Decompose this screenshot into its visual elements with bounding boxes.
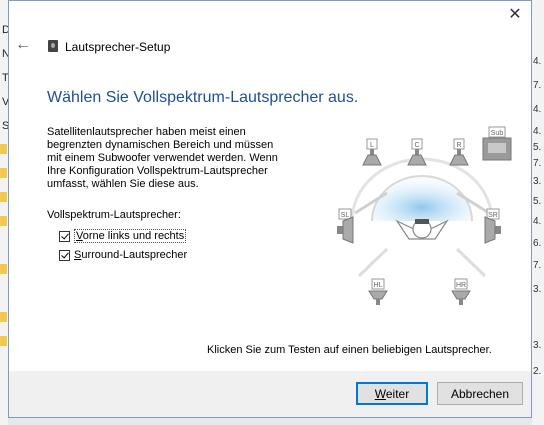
speaker-label: HR (456, 282, 466, 289)
test-hint-text: Klicken Sie zum Testen auf einen beliebi… (207, 344, 492, 356)
speaker-front-left[interactable]: L (362, 138, 382, 166)
checkbox-surround[interactable]: Surround-Lautsprecher (59, 249, 187, 261)
background-value: 3. (533, 340, 542, 351)
speaker-app-icon (48, 40, 58, 52)
background-app-right-edge: 4. 7. 4. 4. 5. 7. 3. 5. 4. 6. 7. 3. 3. 2… (504, 0, 544, 425)
next-button[interactable]: Weiter (356, 382, 428, 405)
window-title: Lautsprecher-Setup (65, 40, 171, 54)
background-value: 7. (533, 80, 542, 91)
speaker-surround-right[interactable]: SR (484, 208, 501, 244)
background-value: 2. (533, 366, 542, 377)
speaker-subwoofer[interactable]: Sub (482, 126, 512, 161)
background-value: 7. (533, 260, 542, 271)
background-value: 5. (533, 196, 542, 207)
background-value: 5. (533, 142, 542, 153)
folder-icon (0, 192, 7, 202)
background-value: 3. (533, 284, 542, 295)
checkbox-checked-icon[interactable] (59, 249, 70, 261)
speaker-label: L (370, 142, 374, 149)
folder-icon (0, 168, 7, 178)
back-arrow-button[interactable]: ← (15, 36, 33, 54)
cancel-button[interactable]: Abbrechen (437, 382, 523, 405)
folder-icon (0, 264, 7, 274)
checkbox-checked-icon[interactable] (59, 230, 70, 242)
listener-icon (395, 219, 449, 240)
background-value: 6. (533, 238, 542, 249)
speaker-layout-diagram: L C R Sub SL SR HL HR (337, 126, 512, 305)
speaker-setup-dialog: ✕ ← Lautsprecher-Setup Wählen Sie Vollsp… (8, 0, 532, 418)
background-value: 4. (533, 126, 542, 137)
background-value: 4. (533, 104, 542, 115)
speaker-front-right[interactable]: R (449, 138, 469, 166)
speaker-center[interactable]: C (407, 138, 427, 166)
page-heading: Wählen Sie Vollspektrum-Lautsprecher aus… (47, 89, 359, 106)
checkbox-front-left-right[interactable]: Vorne links und rechts (59, 229, 187, 243)
dialog-footer: Weiter Abbrechen (9, 371, 531, 417)
speaker-label: C (414, 142, 419, 149)
description-text: Satellitenlautsprecher haben meist einen… (47, 126, 278, 190)
folder-icon (0, 216, 7, 226)
folder-icon (0, 144, 7, 154)
close-button[interactable]: ✕ (505, 5, 525, 25)
folder-icon (0, 312, 7, 322)
fullrange-group-label: Vollspektrum-Lautsprecher: (47, 209, 181, 221)
checkbox-label: Surround-Lautsprecher (74, 249, 188, 261)
background-value: 4. (533, 216, 542, 227)
speaker-label: Sub (491, 130, 504, 137)
background-value: 4. (533, 56, 542, 67)
speaker-label: R (456, 142, 461, 149)
speaker-surround-left[interactable]: SL (337, 208, 354, 244)
speaker-label: SL (341, 212, 350, 219)
listening-zone (371, 175, 473, 222)
background-app-left-edge: D N T V S (0, 0, 10, 425)
folder-icon (0, 336, 7, 346)
checkbox-label: Vorne links und rechts (74, 229, 187, 243)
speaker-rear-left[interactable]: HL (368, 278, 388, 305)
background-value: 3. (533, 176, 542, 187)
speaker-label: HL (374, 282, 383, 289)
speaker-rear-right[interactable]: HR (451, 278, 471, 305)
speaker-label: SR (488, 212, 498, 219)
background-value: 7. (533, 158, 542, 169)
